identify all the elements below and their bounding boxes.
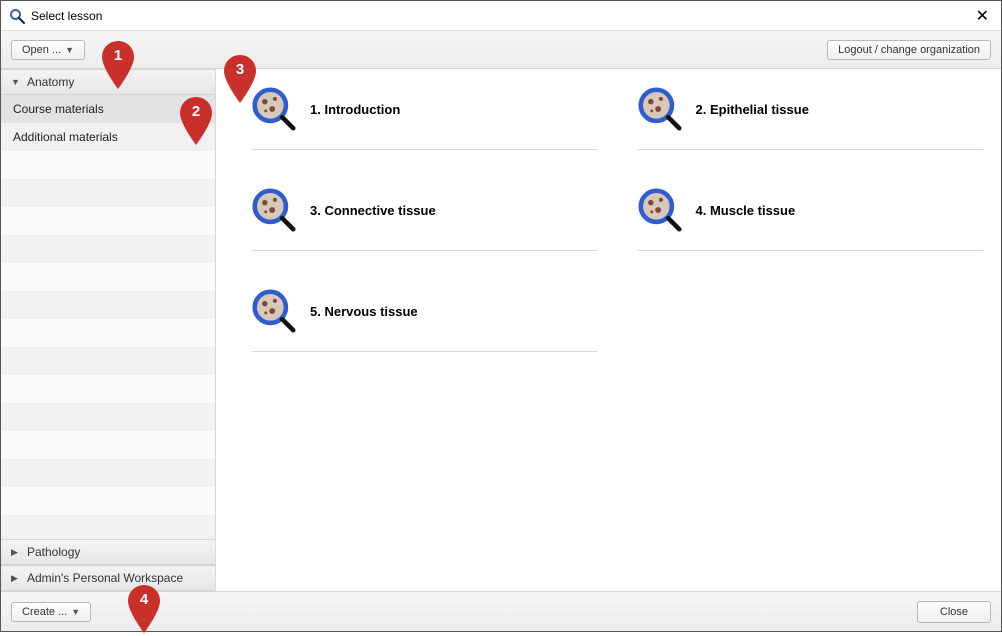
- list-item: [1, 179, 215, 207]
- lesson-magnifier-icon: [638, 188, 682, 232]
- close-button[interactable]: Close: [917, 601, 991, 623]
- sidebar-item-course-materials[interactable]: Course materials: [1, 95, 215, 123]
- sidebar-item-label: Course materials: [13, 102, 104, 116]
- caret-down-icon: ▼: [71, 607, 80, 617]
- sidebar-item-label: Additional materials: [13, 130, 118, 144]
- lesson-card-nervous[interactable]: 5. Nervous tissue: [252, 281, 598, 352]
- caret-down-icon: ▼: [65, 45, 74, 55]
- list-item: [1, 515, 215, 539]
- lesson-magnifier-icon: [252, 188, 296, 232]
- list-item: [1, 235, 215, 263]
- window-title: Select lesson: [31, 9, 972, 23]
- logout-button[interactable]: Logout / change organization: [827, 40, 991, 60]
- sidebar-section-anatomy-body: Course materials Additional materials: [1, 95, 215, 539]
- lesson-card-epithelial[interactable]: 2. Epithelial tissue: [638, 79, 984, 150]
- lesson-card-connective[interactable]: 3. Connective tissue: [252, 180, 598, 251]
- list-item: [1, 291, 215, 319]
- chevron-right-icon: ▶: [11, 573, 21, 584]
- create-button-label: Create ...: [22, 606, 67, 618]
- list-item: [1, 487, 215, 515]
- sidebar-section-anatomy-label: Anatomy: [27, 75, 74, 89]
- sidebar-section-personal-workspace[interactable]: ▶ Admin's Personal Workspace: [1, 565, 215, 591]
- footer: Create ... ▼ Close: [1, 591, 1001, 631]
- lesson-title: 1. Introduction: [310, 102, 400, 117]
- list-item: [1, 207, 215, 235]
- chevron-right-icon: ▶: [11, 547, 21, 558]
- logout-button-label: Logout / change organization: [838, 44, 980, 56]
- titlebar: Select lesson ✕: [1, 1, 1001, 31]
- sidebar-section-personal-workspace-label: Admin's Personal Workspace: [27, 571, 183, 585]
- list-item: [1, 151, 215, 179]
- app-magnifier-icon: [9, 8, 25, 24]
- create-button[interactable]: Create ... ▼: [11, 602, 91, 622]
- sidebar-section-anatomy[interactable]: ▼ Anatomy: [1, 69, 215, 95]
- lesson-magnifier-icon: [252, 289, 296, 333]
- lesson-card-muscle[interactable]: 4. Muscle tissue: [638, 180, 984, 251]
- sidebar-section-pathology-label: Pathology: [27, 545, 80, 559]
- lesson-card-introduction[interactable]: 1. Introduction: [252, 79, 598, 150]
- main-area: ▼ Anatomy Course materials Additional ma…: [1, 69, 1001, 591]
- list-item: [1, 319, 215, 347]
- chevron-down-icon: ▼: [11, 77, 21, 87]
- toolbar: Open ... ▼ Logout / change organization: [1, 31, 1001, 69]
- lesson-magnifier-icon: [252, 87, 296, 131]
- lesson-content: 1. Introduction 2. Epithelial tissue 3. …: [216, 69, 1001, 591]
- lesson-title: 4. Muscle tissue: [696, 203, 796, 218]
- list-item: [1, 375, 215, 403]
- open-button[interactable]: Open ... ▼: [11, 40, 85, 60]
- sidebar-item-additional-materials[interactable]: Additional materials: [1, 123, 215, 151]
- list-item: [1, 263, 215, 291]
- sidebar: ▼ Anatomy Course materials Additional ma…: [1, 69, 216, 591]
- close-button-label: Close: [940, 606, 968, 618]
- lesson-title: 5. Nervous tissue: [310, 304, 418, 319]
- open-button-label: Open ...: [22, 44, 61, 56]
- lesson-title: 3. Connective tissue: [310, 203, 436, 218]
- window-close-button[interactable]: ✕: [972, 6, 993, 26]
- sidebar-section-pathology[interactable]: ▶ Pathology: [1, 539, 215, 565]
- lesson-magnifier-icon: [638, 87, 682, 131]
- list-item: [1, 431, 215, 459]
- list-item: [1, 459, 215, 487]
- list-item: [1, 347, 215, 375]
- list-item: [1, 403, 215, 431]
- lesson-title: 2. Epithelial tissue: [696, 102, 809, 117]
